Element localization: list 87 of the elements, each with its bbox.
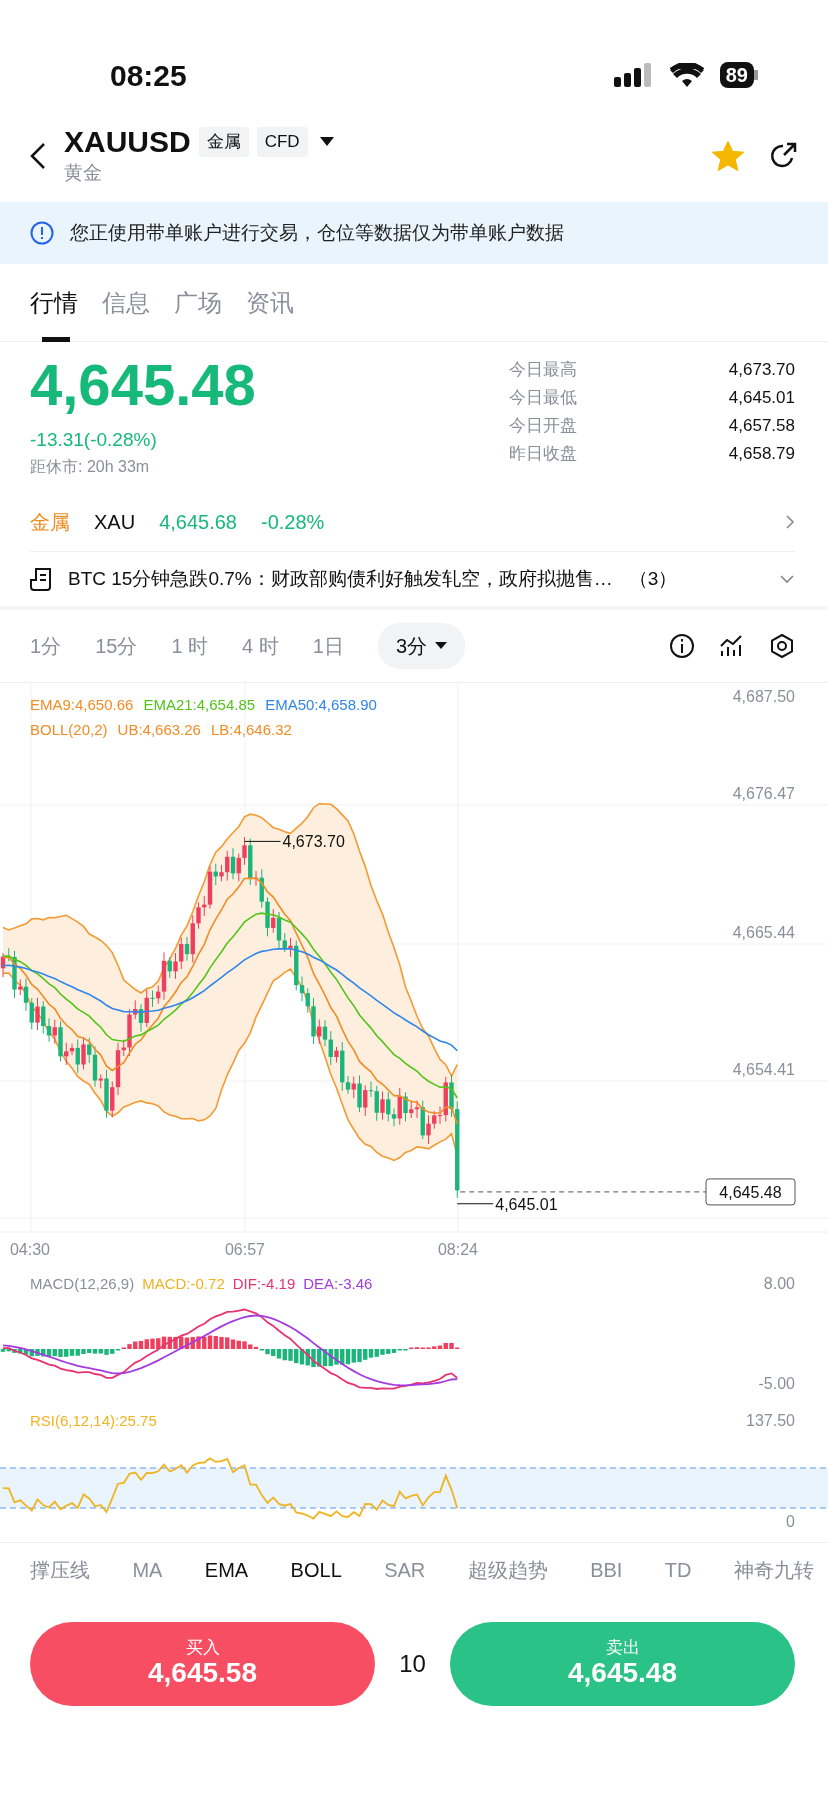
timeframe-tab[interactable]: 15分 — [95, 623, 138, 669]
timeframe-tab[interactable]: 4 时 — [242, 623, 279, 669]
subtitle: 黄金 — [64, 160, 103, 185]
indicator-legend: DEA:-3.46 — [303, 1275, 373, 1292]
chevron-down-icon[interactable] — [779, 574, 795, 584]
caret-icon — [435, 642, 447, 650]
tab[interactable]: 信息 — [102, 263, 150, 342]
market-close-countdown: 距休市: 20h 33m — [30, 456, 151, 477]
battery-tip-icon — [754, 70, 758, 80]
clock-time: 08:25 — [110, 57, 187, 94]
timeframe-tab[interactable]: 1 时 — [171, 623, 209, 669]
stat-label: 今日开盘 — [508, 415, 578, 437]
timeframe-tab[interactable]: 3分 — [377, 623, 465, 669]
axis-label: 08:24 — [438, 1241, 478, 1258]
indicator-tab[interactable]: 神奇九转 — [733, 1555, 814, 1585]
indicator-tab[interactable]: MA — [132, 1555, 163, 1585]
indicator-legend: RSI(6,12,14):25.75 — [30, 1412, 157, 1429]
settings-icon[interactable] — [769, 633, 795, 659]
buy-button[interactable]: 买入 4,645.58 — [30, 1622, 375, 1706]
axis-label: 4,654.41 — [732, 1061, 795, 1078]
indicator-tab[interactable]: EMA — [204, 1555, 249, 1585]
indicator-tab[interactable]: 撑压线 — [30, 1555, 90, 1585]
axis-label: 04:30 — [10, 1241, 50, 1258]
timeframe-tab[interactable]: 1分 — [30, 623, 62, 669]
news-count: （3） — [628, 566, 678, 591]
stat-label: 昨日收盘 — [508, 443, 578, 465]
indicator-legend: MACD(12,26,9) — [30, 1275, 135, 1292]
indicator-legend: EMA50:4,658.90 — [265, 696, 377, 713]
stat-value: 4,645.01 — [728, 387, 795, 409]
indicator-legend: BOLL(20,2) — [30, 721, 108, 738]
related-price: 4,645.68 — [159, 509, 237, 535]
battery-level: 89 — [719, 62, 754, 88]
tab[interactable]: 广场 — [174, 263, 222, 342]
high-price-label: 4,673.70 — [282, 833, 345, 851]
leader-line — [244, 840, 281, 842]
indicator-legend: UB:4,663.26 — [117, 721, 201, 738]
stat-value: 4,658.79 — [728, 443, 795, 465]
symbol-title: XAUUSD — [64, 124, 191, 159]
related-market-row[interactable]: 金属 XAU 4,645.68 -0.28% — [30, 492, 795, 552]
signal-icon — [613, 63, 654, 87]
document-icon — [30, 567, 52, 591]
indicator-tab[interactable]: SAR — [384, 1555, 426, 1585]
caret-icon[interactable] — [319, 136, 334, 147]
info-icon — [30, 221, 54, 245]
indicator-tab[interactable]: BBI — [590, 1555, 623, 1585]
tab[interactable]: 资讯 — [246, 263, 294, 342]
sell-button[interactable]: 卖出 4,645.48 — [450, 1622, 795, 1706]
axis-label: 137.50 — [746, 1412, 795, 1429]
quantity: 10 — [398, 1649, 427, 1679]
news-headline[interactable]: BTC 15分钟急跌0.7%：财政部购债利好触发轧空，政府拟抛售… — [68, 564, 613, 594]
low-price-label: 4,645.01 — [495, 1195, 558, 1213]
indicator-chart-icon[interactable] — [719, 634, 745, 658]
leader-line — [456, 1203, 494, 1205]
stat-label: 今日最低 — [508, 387, 578, 409]
back-icon[interactable] — [28, 141, 48, 171]
indicator-tab[interactable]: 超级趋势 — [467, 1555, 548, 1585]
axis-label: -5.00 — [758, 1375, 795, 1392]
last-price: 4,645.48 — [30, 352, 256, 418]
related-change: -0.28% — [261, 509, 325, 535]
axis-label: 4,676.47 — [732, 785, 795, 802]
related-symbol: XAU — [94, 509, 136, 535]
chevron-right-icon — [785, 513, 795, 530]
info-icon[interactable] — [669, 633, 695, 659]
indicator-tab[interactable]: TD — [664, 1555, 692, 1585]
stat-label: 今日最高 — [508, 359, 578, 381]
notice-text: 您正使用带单账户进行交易，仓位等数据仅为带单账户数据 — [70, 220, 564, 245]
tag: 金属 — [198, 127, 249, 157]
star-icon[interactable] — [712, 141, 744, 171]
stat-value: 4,657.58 — [728, 415, 795, 437]
indicator-tab[interactable]: BOLL — [290, 1555, 342, 1585]
indicator-legend: LB:4,646.32 — [210, 721, 292, 738]
last-price-tag: 4,645.48 — [705, 1178, 796, 1206]
axis-label: 06:57 — [225, 1241, 265, 1258]
indicator-legend: DIF:-4.19 — [232, 1275, 296, 1292]
price-change: -13.31(-0.28%) — [30, 428, 158, 452]
timeframe-tab[interactable]: 1日 — [312, 623, 344, 669]
stat-value: 4,673.70 — [728, 359, 795, 381]
indicator-legend: MACD:-0.72 — [142, 1275, 225, 1292]
axis-label: 4,665.44 — [732, 924, 795, 941]
axis-label: 8.00 — [763, 1275, 795, 1292]
axis-label: 4,687.50 — [732, 688, 795, 705]
tag: CFD — [256, 127, 308, 157]
category-label: 金属 — [30, 509, 70, 535]
axis-label: 0 — [786, 1513, 795, 1530]
wifi-icon — [669, 63, 704, 87]
indicator-legend: EMA9:4,650.66 — [30, 696, 134, 713]
indicator-legend: EMA21:4,654.85 — [143, 696, 256, 713]
